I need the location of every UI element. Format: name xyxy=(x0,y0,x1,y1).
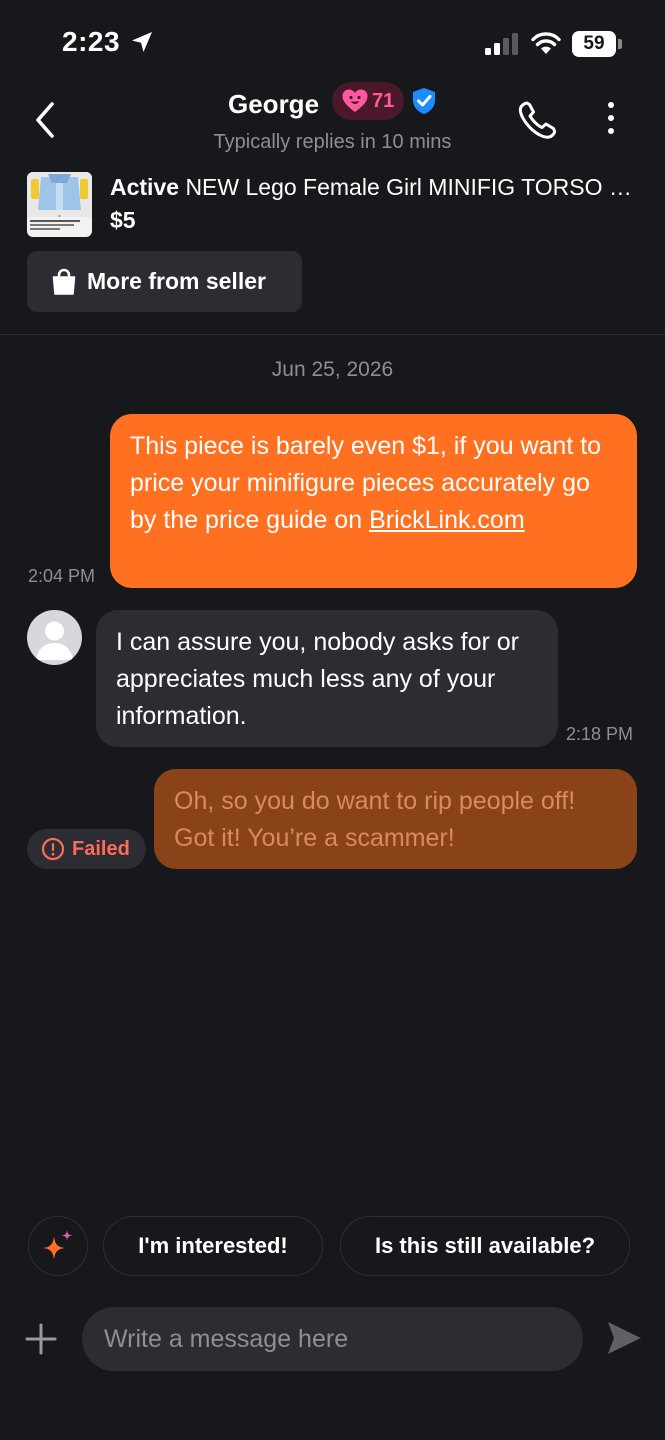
battery-cap xyxy=(618,39,622,49)
incoming-message[interactable]: I can assure you, nobody asks for or app… xyxy=(96,610,558,747)
seller-avatar[interactable] xyxy=(27,610,82,665)
listing-thumbnail[interactable] xyxy=(27,172,92,237)
more-from-seller-button[interactable]: More from seller xyxy=(27,251,302,312)
message-input[interactable] xyxy=(82,1307,583,1371)
status-time: 2:23 xyxy=(62,26,121,57)
heart-icon xyxy=(342,89,368,112)
wifi-icon xyxy=(531,32,561,54)
message-time: 2:04 PM xyxy=(28,566,96,586)
chat-screen: 2:23 59 George 71 Typically replies in 1… xyxy=(0,0,665,1440)
karma-badge[interactable]: 71 xyxy=(332,82,404,120)
listing-status: Active xyxy=(110,174,180,200)
user-avatar-icon xyxy=(36,621,73,660)
more-options-icon[interactable] xyxy=(604,100,618,136)
listing-title: NEW Lego Female Girl MINIFIG TORSO Light… xyxy=(185,174,640,200)
send-icon[interactable] xyxy=(605,1318,643,1358)
listing-price: $5 xyxy=(110,207,136,233)
listing-title-row[interactable]: Active NEW Lego Female Girl MINIFIG TORS… xyxy=(110,174,640,201)
sparkle-icon xyxy=(43,1230,73,1260)
status-bar: 2:23 59 xyxy=(0,0,665,84)
error-icon xyxy=(41,837,65,861)
failed-label: Failed xyxy=(72,837,130,860)
quick-reply-still-available[interactable]: Is this still available? xyxy=(340,1216,630,1276)
conversation-date: Jun 25, 2026 xyxy=(271,358,394,381)
battery-indicator: 59 xyxy=(572,31,622,57)
quick-reply-interested[interactable]: I'm interested! xyxy=(103,1216,323,1276)
location-arrow-icon xyxy=(132,32,152,52)
failed-status-badge[interactable]: Failed xyxy=(27,829,146,869)
ai-suggest-button[interactable] xyxy=(28,1216,88,1276)
karma-score: 71 xyxy=(372,89,395,112)
battery-level: 59 xyxy=(572,31,616,57)
failed-outgoing-message[interactable]: Oh, so you do want to rip people off! Go… xyxy=(154,769,637,869)
message-text: Oh, so you do want to rip people off! Go… xyxy=(174,787,576,852)
divider xyxy=(0,334,665,335)
shopping-bag-icon xyxy=(52,268,76,295)
reply-time-text: Typically replies in 10 mins xyxy=(213,131,452,153)
cellular-signal-icon xyxy=(485,33,518,55)
outgoing-message[interactable]: This piece is barely even $1, if you wan… xyxy=(110,414,637,588)
message-text: This piece is barely even $1, if you wan… xyxy=(130,432,602,534)
message-time: 2:18 PM xyxy=(566,724,634,744)
listing-image xyxy=(27,172,92,230)
message-text: I can assure you, nobody asks for or app… xyxy=(116,628,519,730)
verified-icon xyxy=(413,88,435,114)
plus-icon[interactable] xyxy=(25,1323,57,1355)
more-from-seller-label: More from seller xyxy=(87,268,266,294)
message-link[interactable]: BrickLink.com xyxy=(369,506,525,534)
seller-name[interactable]: George xyxy=(228,89,319,120)
phone-icon[interactable] xyxy=(516,100,558,140)
